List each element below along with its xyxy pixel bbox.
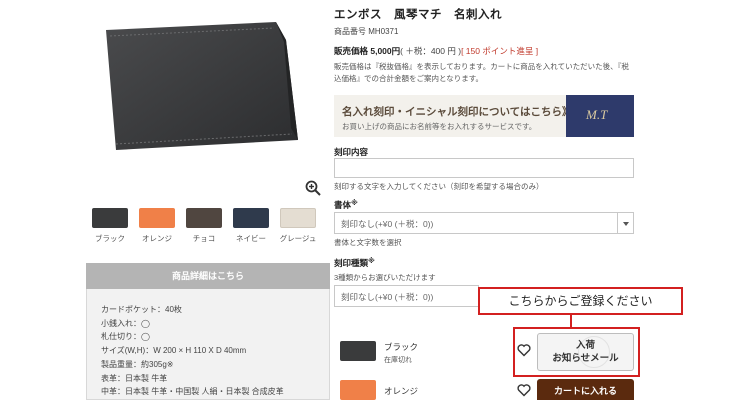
restock-notify-button[interactable]: 入荷 お知らせメール [537,333,634,371]
font-label: 書体※ [334,199,358,211]
required-mark: ※ [351,200,358,207]
type-select[interactable]: 刻印なし(+¥0 (＋税：0)) [334,285,479,307]
type-label-text: 刻印種類 [334,258,369,268]
detail-line: サイズ(W,H)：W 200 × H 110 X D 40mm [101,346,247,356]
engrave-help: 刻印する文字を入力してください（刻印を希望する場合のみ） [334,182,544,191]
price-tax: ( ＋税：400 円 ) [400,46,462,56]
variant-chip-orange [340,380,376,400]
required-mark: ※ [368,258,375,265]
card-case-photo [106,22,298,150]
monogram-image: M.T [566,95,634,137]
swatch-chip [139,208,175,228]
variant-name: オレンジ [384,386,419,396]
type-label: 刻印種類※ [334,257,375,269]
details-toggle[interactable]: 商品詳細はこちら [86,263,330,289]
type-select-value: 刻印なし(+¥0 (＋税：0)) [341,292,434,302]
swatch-label: チョコ [192,234,216,243]
font-label-text: 書体 [334,200,352,210]
banner-subtitle: お買い上げの商品にお名前等をお入れするサービスです。 [342,122,537,131]
heart-icon[interactable] [517,383,531,397]
price-note: 販売価格は『税抜価格』を表示しております。カートに商品を入れていただいた後、『税… [334,62,629,83]
notify-line1: 入荷 [575,340,595,351]
detail-line: 表革：日本製 牛革 [101,373,168,383]
swatch-label: グレージュ [279,234,317,243]
swatch-navy[interactable]: ネイビー [227,208,275,244]
type-help: 3種類からお選びいただけます [334,273,436,282]
add-to-cart-button[interactable]: カートに入れる [537,379,634,400]
chevron-down-icon [617,213,633,233]
swatch-orange[interactable]: オレンジ [133,208,181,244]
swatch-chip [92,208,128,228]
swatch-label: オレンジ [142,234,172,243]
font-select-value: 刻印なし(+¥0 (＋税：0)) [341,219,434,229]
variant-chip-black [340,341,376,361]
swatch-label: ブラック [95,234,125,243]
font-help: 書体と文字数を選択 [334,238,402,247]
variant-stock: 在庫切れ [384,357,412,364]
product-main-image [86,0,330,200]
detail-line: 札仕切り：◯ [101,332,150,342]
engrave-input[interactable] [334,158,634,178]
details-panel: カードポケット：40枚 小銭入れ：◯ 札仕切り：◯ サイズ(W,H)：W 200… [86,289,330,400]
font-select[interactable]: 刻印なし(+¥0 (＋税：0)) [334,212,634,234]
product-code: 商品番号 MH0371 [334,27,399,36]
engraving-info-banner[interactable]: 名入れ刻印・イニシャル刻印についてはこちら》 お買い上げの商品にお名前等をお入れ… [334,95,634,137]
swatch-choco[interactable]: チョコ [180,208,228,244]
callout-connector [570,315,572,327]
detail-line: 製品重量：約305g※ [101,359,174,369]
detail-line: カードポケット：40枚 [101,305,182,314]
price-row: 販売価格 5,000円( ＋税：400 円 )[ 150 ポイント進呈 ] [334,45,538,57]
swatch-chip [186,208,222,228]
swatch-greige[interactable]: グレージュ [274,208,322,244]
detail-line: 中革：日本製 牛革・中国製 人絹・日本製 合成皮革 [101,387,284,397]
detail-line: 小銭入れ：◯ [101,318,150,328]
banner-title: 名入れ刻印・イニシャル刻印についてはこちら》 [342,107,573,118]
variant-name: ブラック [384,342,419,352]
swatch-label: ネイビー [236,234,266,243]
swatch-chip [280,208,316,228]
product-title: エンボス 風琴マチ 名刺入れ [334,9,502,21]
color-swatches: ブラック オレンジ チョコ ネイビー グレージュ [86,208,330,248]
price-points: [ 150 ポイント進呈 ] [461,46,539,56]
price-label: 販売価格 5,000円 [334,46,401,56]
swatch-chip [233,208,269,228]
register-callout: こちらからご登録ください [478,287,683,315]
notify-line2: お知らせメール [552,353,619,364]
engrave-label: 刻印内容 [334,147,369,157]
monogram-text: M.T [586,107,608,122]
swatch-black[interactable]: ブラック [86,208,134,244]
zoom-icon[interactable] [305,180,321,196]
